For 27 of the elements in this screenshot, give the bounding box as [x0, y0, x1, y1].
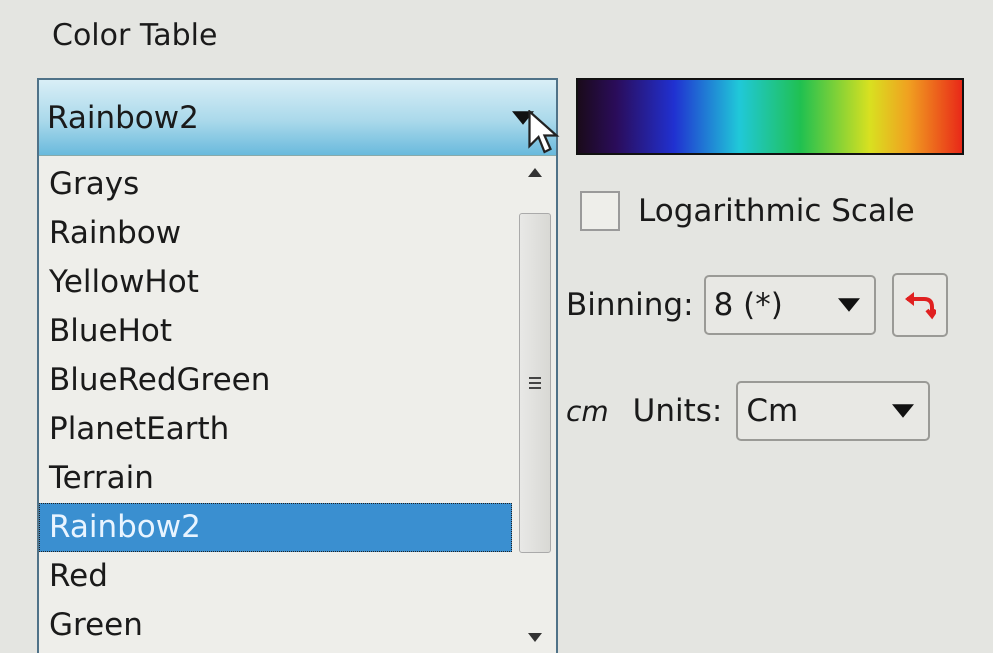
dropdown-option[interactable]: Grays — [39, 160, 516, 209]
binning-label: Binning: — [566, 287, 694, 323]
grip-icon — [529, 376, 541, 390]
checkbox[interactable] — [580, 191, 620, 231]
dropdown-option[interactable]: YellowHot — [39, 258, 516, 307]
caret-icon — [838, 298, 860, 312]
units-dropdown[interactable]: Cm — [736, 381, 930, 441]
dropdown-option[interactable]: BlueRedGreen — [39, 356, 516, 405]
dropdown-option[interactable]: Green — [39, 601, 516, 650]
section-title: Color Table — [52, 18, 218, 53]
reset-button[interactable] — [892, 273, 948, 337]
binning-dropdown[interactable]: 8 (*) — [704, 275, 876, 335]
units-label: Units: — [632, 393, 722, 429]
undo-arrow-icon — [904, 290, 936, 320]
color-table-dropdown[interactable]: Rainbow2 Grays Rainbow YellowHot BlueHot BlueRedGreen PlanetEarth Terrain Rainbow2 Red Green — [37, 78, 558, 653]
dropdown-option[interactable]: Rainbow — [39, 209, 516, 258]
dropdown-value: Rainbow2 — [47, 100, 199, 136]
dropdown-option[interactable]: Red — [39, 552, 516, 601]
scroll-thumb[interactable] — [519, 213, 551, 553]
scroll-up-icon[interactable] — [528, 168, 542, 177]
unit-symbol: cm — [566, 394, 609, 428]
caret-icon — [892, 404, 914, 418]
checkbox-label: Logarithmic Scale — [638, 193, 915, 229]
dropdown-option[interactable]: BlueHot — [39, 307, 516, 356]
scroll-down-icon[interactable] — [528, 633, 542, 642]
dropdown-option[interactable]: PlanetEarth — [39, 405, 516, 454]
dropdown-option[interactable]: Terrain — [39, 454, 516, 503]
